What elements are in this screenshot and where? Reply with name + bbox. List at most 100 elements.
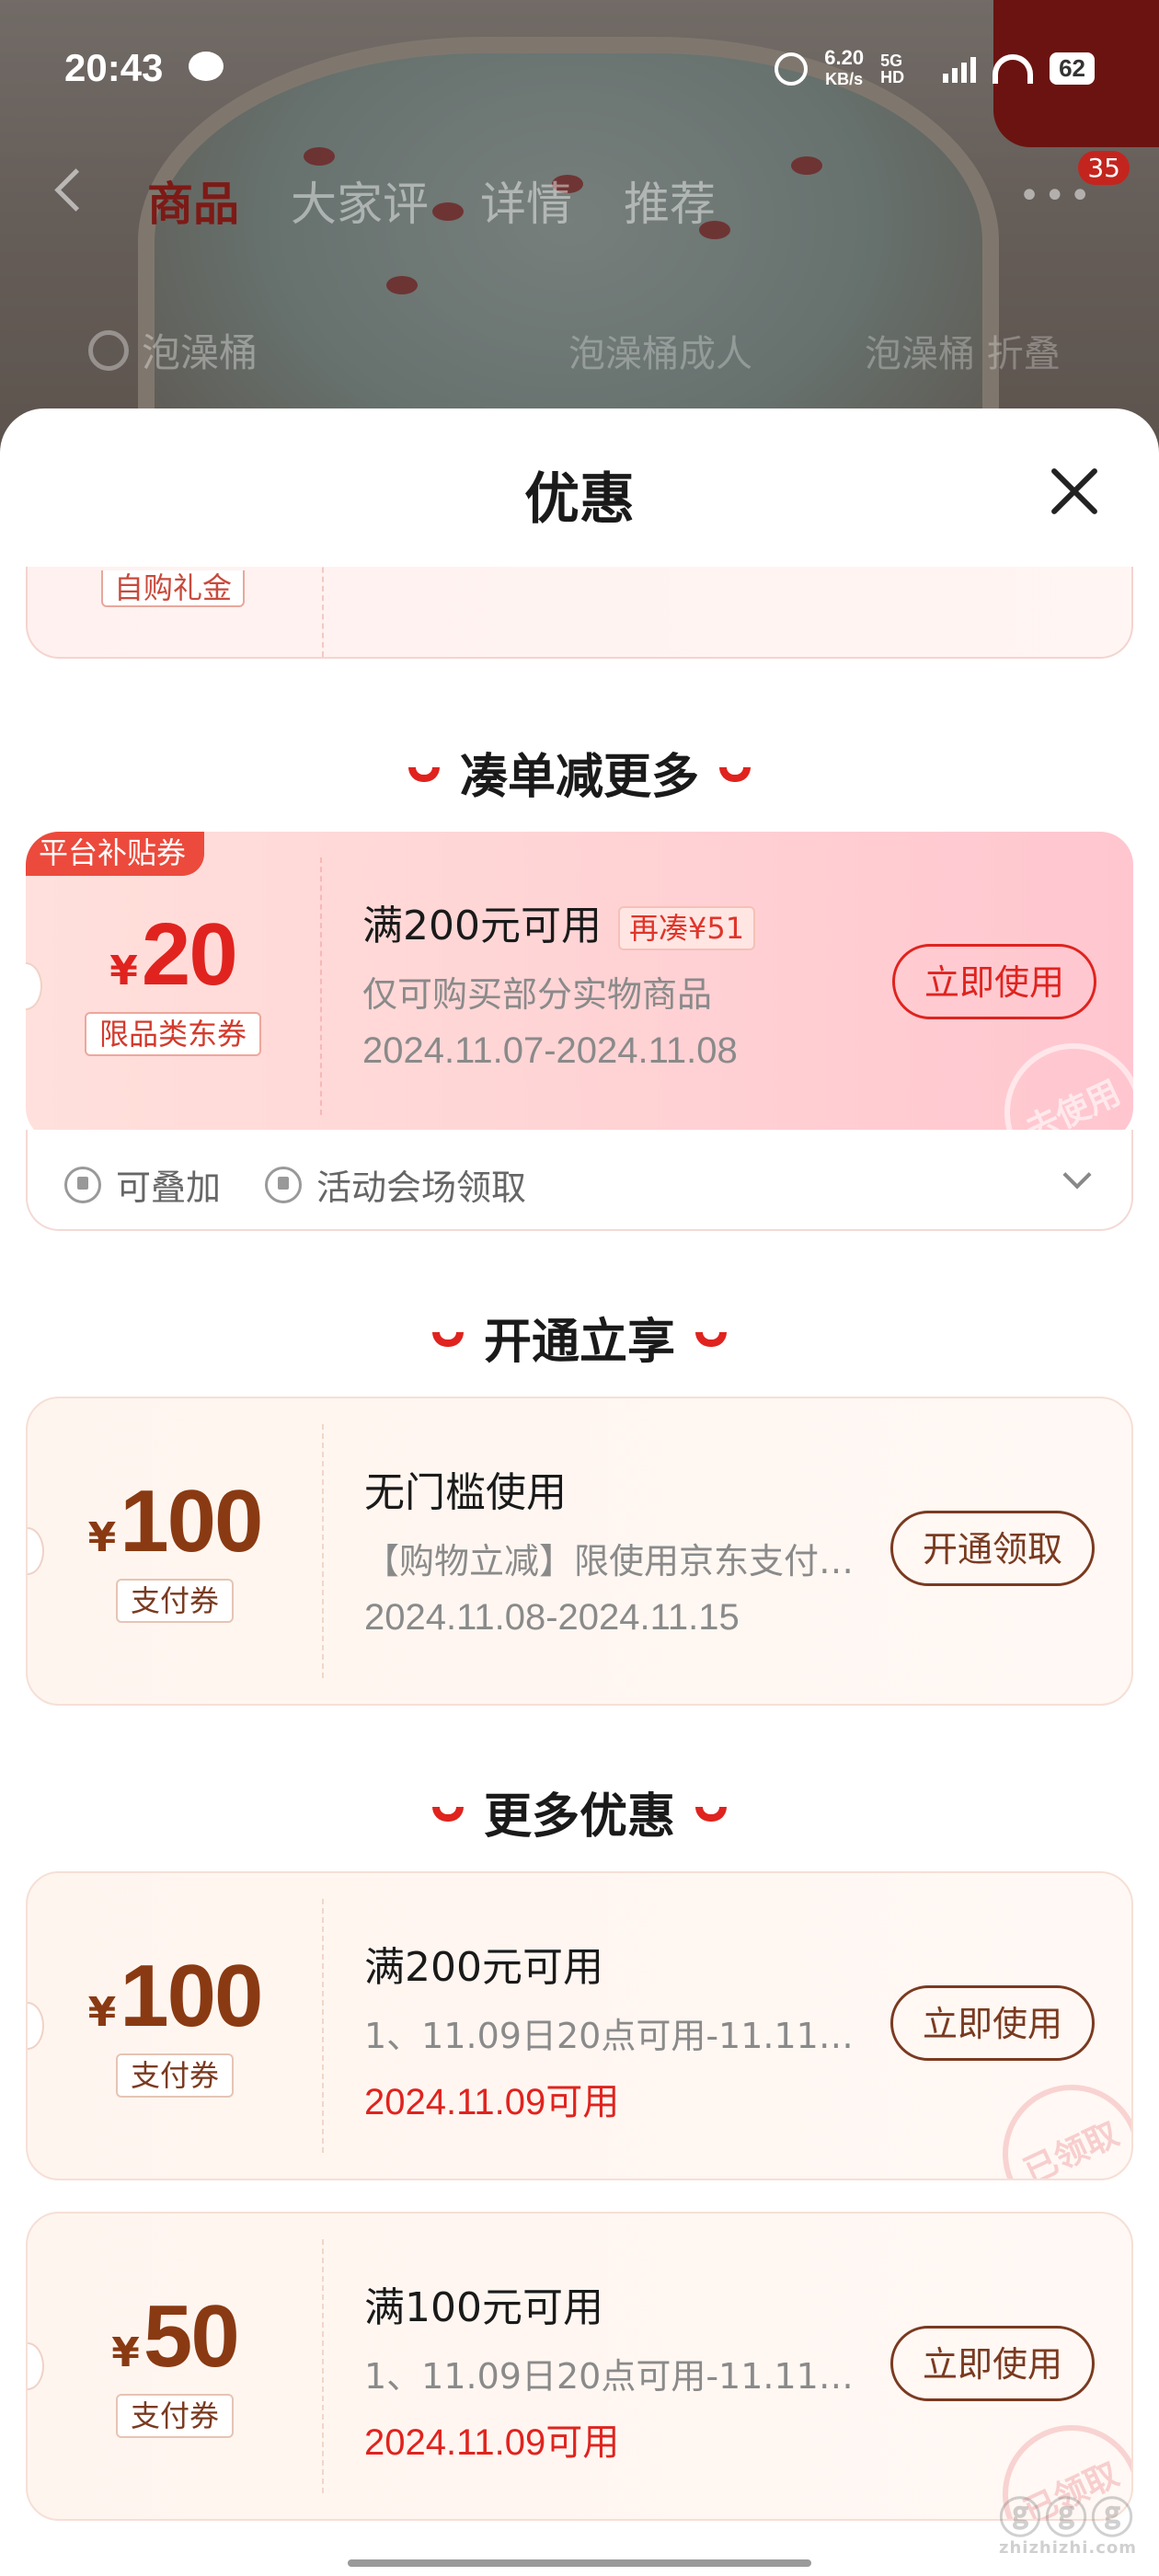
network-speed-unit: KB/s xyxy=(825,70,864,88)
currency-symbol: ¥ xyxy=(87,1514,117,1561)
coupon-type-label: 支付券 xyxy=(115,1579,234,1623)
platform-subsidy-coupon[interactable]: 平台补贴券 ¥20 限品类东券 满200元可用 再凑¥51 仅可购买部分实物商品 … xyxy=(26,832,1133,1141)
use-now-button[interactable]: 立即使用 xyxy=(890,2326,1095,2401)
stack-icon xyxy=(64,1166,101,1203)
coupon-description: 1、11.09日20点可用-11.11… xyxy=(364,2356,854,2397)
payment-coupon-open[interactable]: ¥100 支付券 无门槛使用 【购物立减】限使用京东支付… 2024.11.08… xyxy=(26,1397,1133,1706)
watermark-url: zhizhizhi.com xyxy=(998,2538,1137,2558)
wechat-icon xyxy=(189,52,224,81)
venue-text: 活动会场领取 xyxy=(316,1167,527,1208)
search-bar[interactable]: 泡澡桶 xyxy=(88,322,258,378)
watermark-logo: ⓖⓖⓖ xyxy=(998,2493,1137,2543)
coupon-validity: 2024.11.07-2024.11.08 xyxy=(362,1030,738,1071)
amount-value: 100 xyxy=(120,1472,263,1570)
coupon-type-tag: 自购礼金 xyxy=(101,570,246,607)
payment-coupon-50[interactable]: ¥50 支付券 满100元可用 1、11.09日20点可用-11.11… 202… xyxy=(26,2212,1133,2521)
coupon-condition: 无门槛使用 xyxy=(364,1469,567,1516)
coupon-description: 【购物立减】限使用京东支付… xyxy=(364,1541,855,1581)
tab-reviews[interactable]: 大家评 xyxy=(291,167,429,234)
stackable-text: 可叠加 xyxy=(116,1167,222,1208)
section-title-more: 更多优惠 xyxy=(0,1777,1159,1846)
coupon-type-label: 支付券 xyxy=(115,2394,234,2438)
coupon-type: 支付券 xyxy=(28,1579,322,1623)
product-tabs: 商品 大家评 详情 推荐 xyxy=(147,167,716,234)
coupon-divider xyxy=(322,1424,324,1678)
smile-decoration-icon xyxy=(431,1807,464,1822)
smile-decoration-icon xyxy=(695,1332,727,1347)
coupon-type: 支付券 xyxy=(28,2053,322,2098)
coupon-type: 支付券 xyxy=(28,2394,322,2438)
tab-product[interactable]: 商品 xyxy=(147,167,239,234)
claimed-stamp: 已领取 xyxy=(980,2062,1131,2179)
signal-icon xyxy=(943,55,977,83)
stackable-info: 可叠加 xyxy=(64,1159,221,1210)
payment-coupon-100[interactable]: ¥100 支付券 满200元可用 1、11.09日20点可用-11.11… 20… xyxy=(26,1871,1133,2180)
coupon-description: 仅可购买部分实物商品 xyxy=(362,974,713,1015)
add-more-tag: 再凑¥51 xyxy=(617,906,756,950)
section-title-text: 更多优惠 xyxy=(483,1789,675,1845)
coupon-condition: 满100元可用 xyxy=(364,2284,603,2331)
alarm-icon xyxy=(775,52,809,86)
self-purchase-coupon[interactable]: 自购礼金 xyxy=(26,567,1133,659)
smile-decoration-icon xyxy=(719,767,751,782)
smile-decoration-icon xyxy=(407,767,440,782)
coupon-divider xyxy=(322,2239,324,2493)
message-badge: 35 xyxy=(1078,151,1130,185)
coupon-amount: ¥100 xyxy=(28,1952,322,2041)
coupon-type-label: 限品类东券 xyxy=(84,1012,261,1056)
chevron-down-icon[interactable] xyxy=(1062,1160,1092,1190)
smile-decoration-icon xyxy=(695,1807,727,1822)
search-chip[interactable]: 泡澡桶 折叠 xyxy=(865,324,1061,377)
section-title-text: 凑单减更多 xyxy=(459,750,699,805)
search-text: 泡澡桶 xyxy=(142,330,258,375)
site-watermark: ⓖⓖⓖ zhizhizhi.com xyxy=(999,2497,1137,2558)
battery-indicator: 62 xyxy=(1050,52,1095,85)
coupon-type-label: 支付券 xyxy=(115,2053,234,2098)
amount-value: 100 xyxy=(120,1947,263,2045)
home-indicator[interactable] xyxy=(348,2559,811,2567)
amount-value: 50 xyxy=(143,2287,240,2386)
smile-decoration-icon xyxy=(431,1332,464,1347)
discount-sheet: 优惠 自购礼金 凑单减更多 平台补贴券 ¥20 限品类东券 满200元可用 再凑¥… xyxy=(0,408,1159,2576)
coupon-amount: ¥100 xyxy=(28,1478,322,1566)
coupon-divider xyxy=(322,1899,324,2153)
coupon-validity: 2024.11.08-2024.11.15 xyxy=(364,1597,740,1638)
ticket-icon xyxy=(265,1166,302,1203)
activate-claim-button[interactable]: 开通领取 xyxy=(890,1511,1095,1586)
search-icon xyxy=(88,329,129,371)
condition-text: 满200元可用 xyxy=(362,903,602,949)
coupon-condition: 满200元可用 再凑¥51 xyxy=(362,892,756,951)
coupon-list[interactable]: 自购礼金 凑单减更多 平台补贴券 ¥20 限品类东券 满200元可用 再凑¥51 … xyxy=(0,567,1159,2576)
network-speed-value: 6.20 xyxy=(824,46,865,69)
amount-value: 20 xyxy=(141,905,238,1004)
section-title-combine: 凑单减更多 xyxy=(0,738,1159,807)
coupon-divider xyxy=(320,857,322,1115)
section-title-text: 开通立享 xyxy=(483,1315,675,1370)
coupon-divider xyxy=(322,567,324,657)
more-icon[interactable]: ••• xyxy=(1018,175,1095,217)
currency-symbol: ¥ xyxy=(109,948,138,995)
use-now-button[interactable]: 立即使用 xyxy=(890,1985,1095,2061)
wifi-icon xyxy=(993,53,1034,84)
coupon-validity: 2024.11.09可用 xyxy=(364,2422,620,2463)
coupon-amount: ¥20 xyxy=(26,911,320,999)
coupon-amount: ¥50 xyxy=(28,2293,322,2381)
coupon-condition: 满200元可用 xyxy=(364,1944,603,1991)
close-icon[interactable] xyxy=(1047,464,1102,519)
tab-details[interactable]: 详情 xyxy=(480,167,572,234)
network-speed: 6.20 KB/s xyxy=(824,48,864,89)
sheet-title: 优惠 xyxy=(524,467,635,532)
use-now-button[interactable]: 立即使用 xyxy=(892,944,1096,1019)
section-title-open: 开通立享 xyxy=(0,1303,1159,1372)
search-chip[interactable]: 泡澡桶成人 xyxy=(568,324,752,377)
tab-recommend[interactable]: 推荐 xyxy=(624,167,716,234)
coupon-validity: 2024.11.09可用 xyxy=(364,2082,620,2122)
currency-symbol: ¥ xyxy=(111,2329,140,2376)
status-time: 20:43 xyxy=(64,46,164,89)
coupon-description: 1、11.09日20点可用-11.11… xyxy=(364,2016,854,2056)
corner-tag: 平台补贴券 xyxy=(26,832,205,876)
status-bar: 20:43 6.20 KB/s 5G HD 62 xyxy=(0,0,1159,138)
venue-info: 活动会场领取 xyxy=(265,1159,526,1210)
coupon-stamp: 去使用 xyxy=(981,1020,1133,1141)
sheet-header: 优惠 xyxy=(0,408,1159,567)
